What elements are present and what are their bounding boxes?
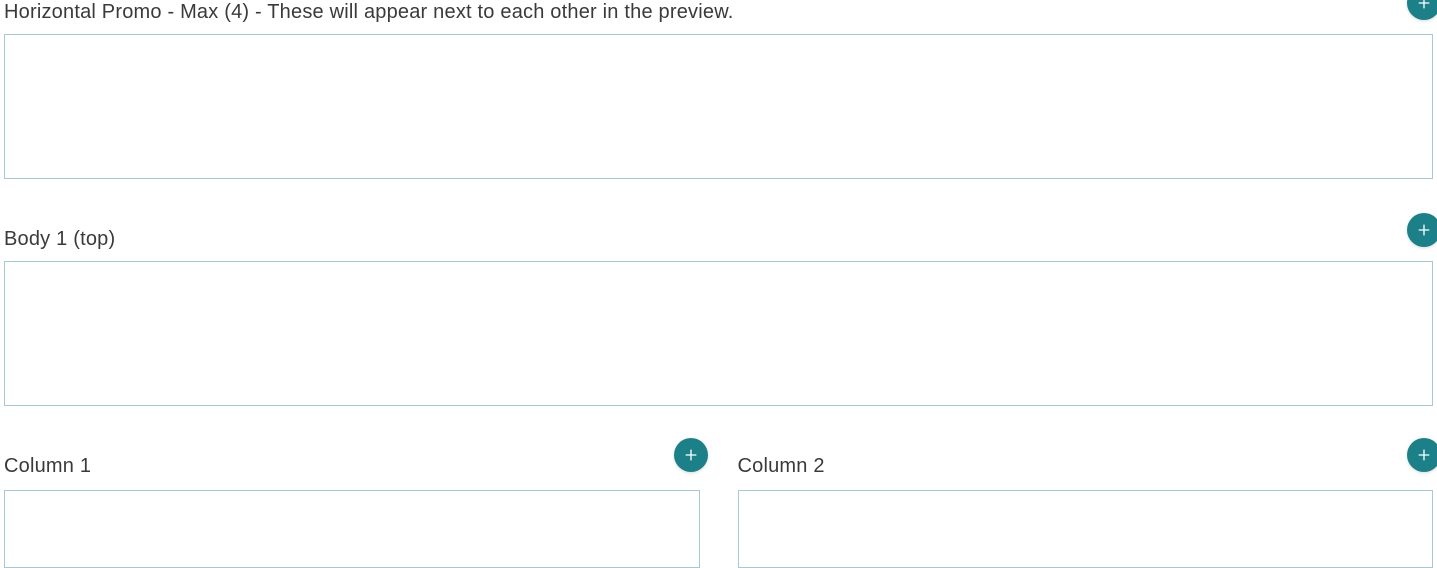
horizontal-promo-label: Horizontal Promo - Max (4) - These will … — [4, 0, 1433, 24]
add-column2-button[interactable] — [1407, 438, 1437, 472]
plus-icon — [1416, 0, 1432, 11]
column2-label: Column 2 — [738, 454, 1434, 478]
horizontal-promo-section: Horizontal Promo - Max (4) - These will … — [4, 0, 1433, 179]
column2-dropzone[interactable] — [738, 490, 1434, 568]
add-body1-button[interactable] — [1407, 213, 1437, 247]
plus-icon — [1416, 447, 1432, 463]
body1-section: Body 1 (top) — [4, 227, 1433, 406]
plus-icon — [683, 447, 699, 463]
column1-label: Column 1 — [4, 454, 700, 478]
plus-icon — [1416, 222, 1432, 238]
add-column1-button[interactable] — [674, 438, 708, 472]
body1-dropzone[interactable] — [4, 261, 1433, 406]
body1-label: Body 1 (top) — [4, 227, 1433, 251]
column1-dropzone[interactable] — [4, 490, 700, 568]
column1-section: Column 1 — [4, 454, 700, 568]
column2-section: Column 2 — [738, 454, 1434, 568]
horizontal-promo-dropzone[interactable] — [4, 34, 1433, 179]
columns-row: Column 1 Column 2 — [4, 454, 1433, 568]
